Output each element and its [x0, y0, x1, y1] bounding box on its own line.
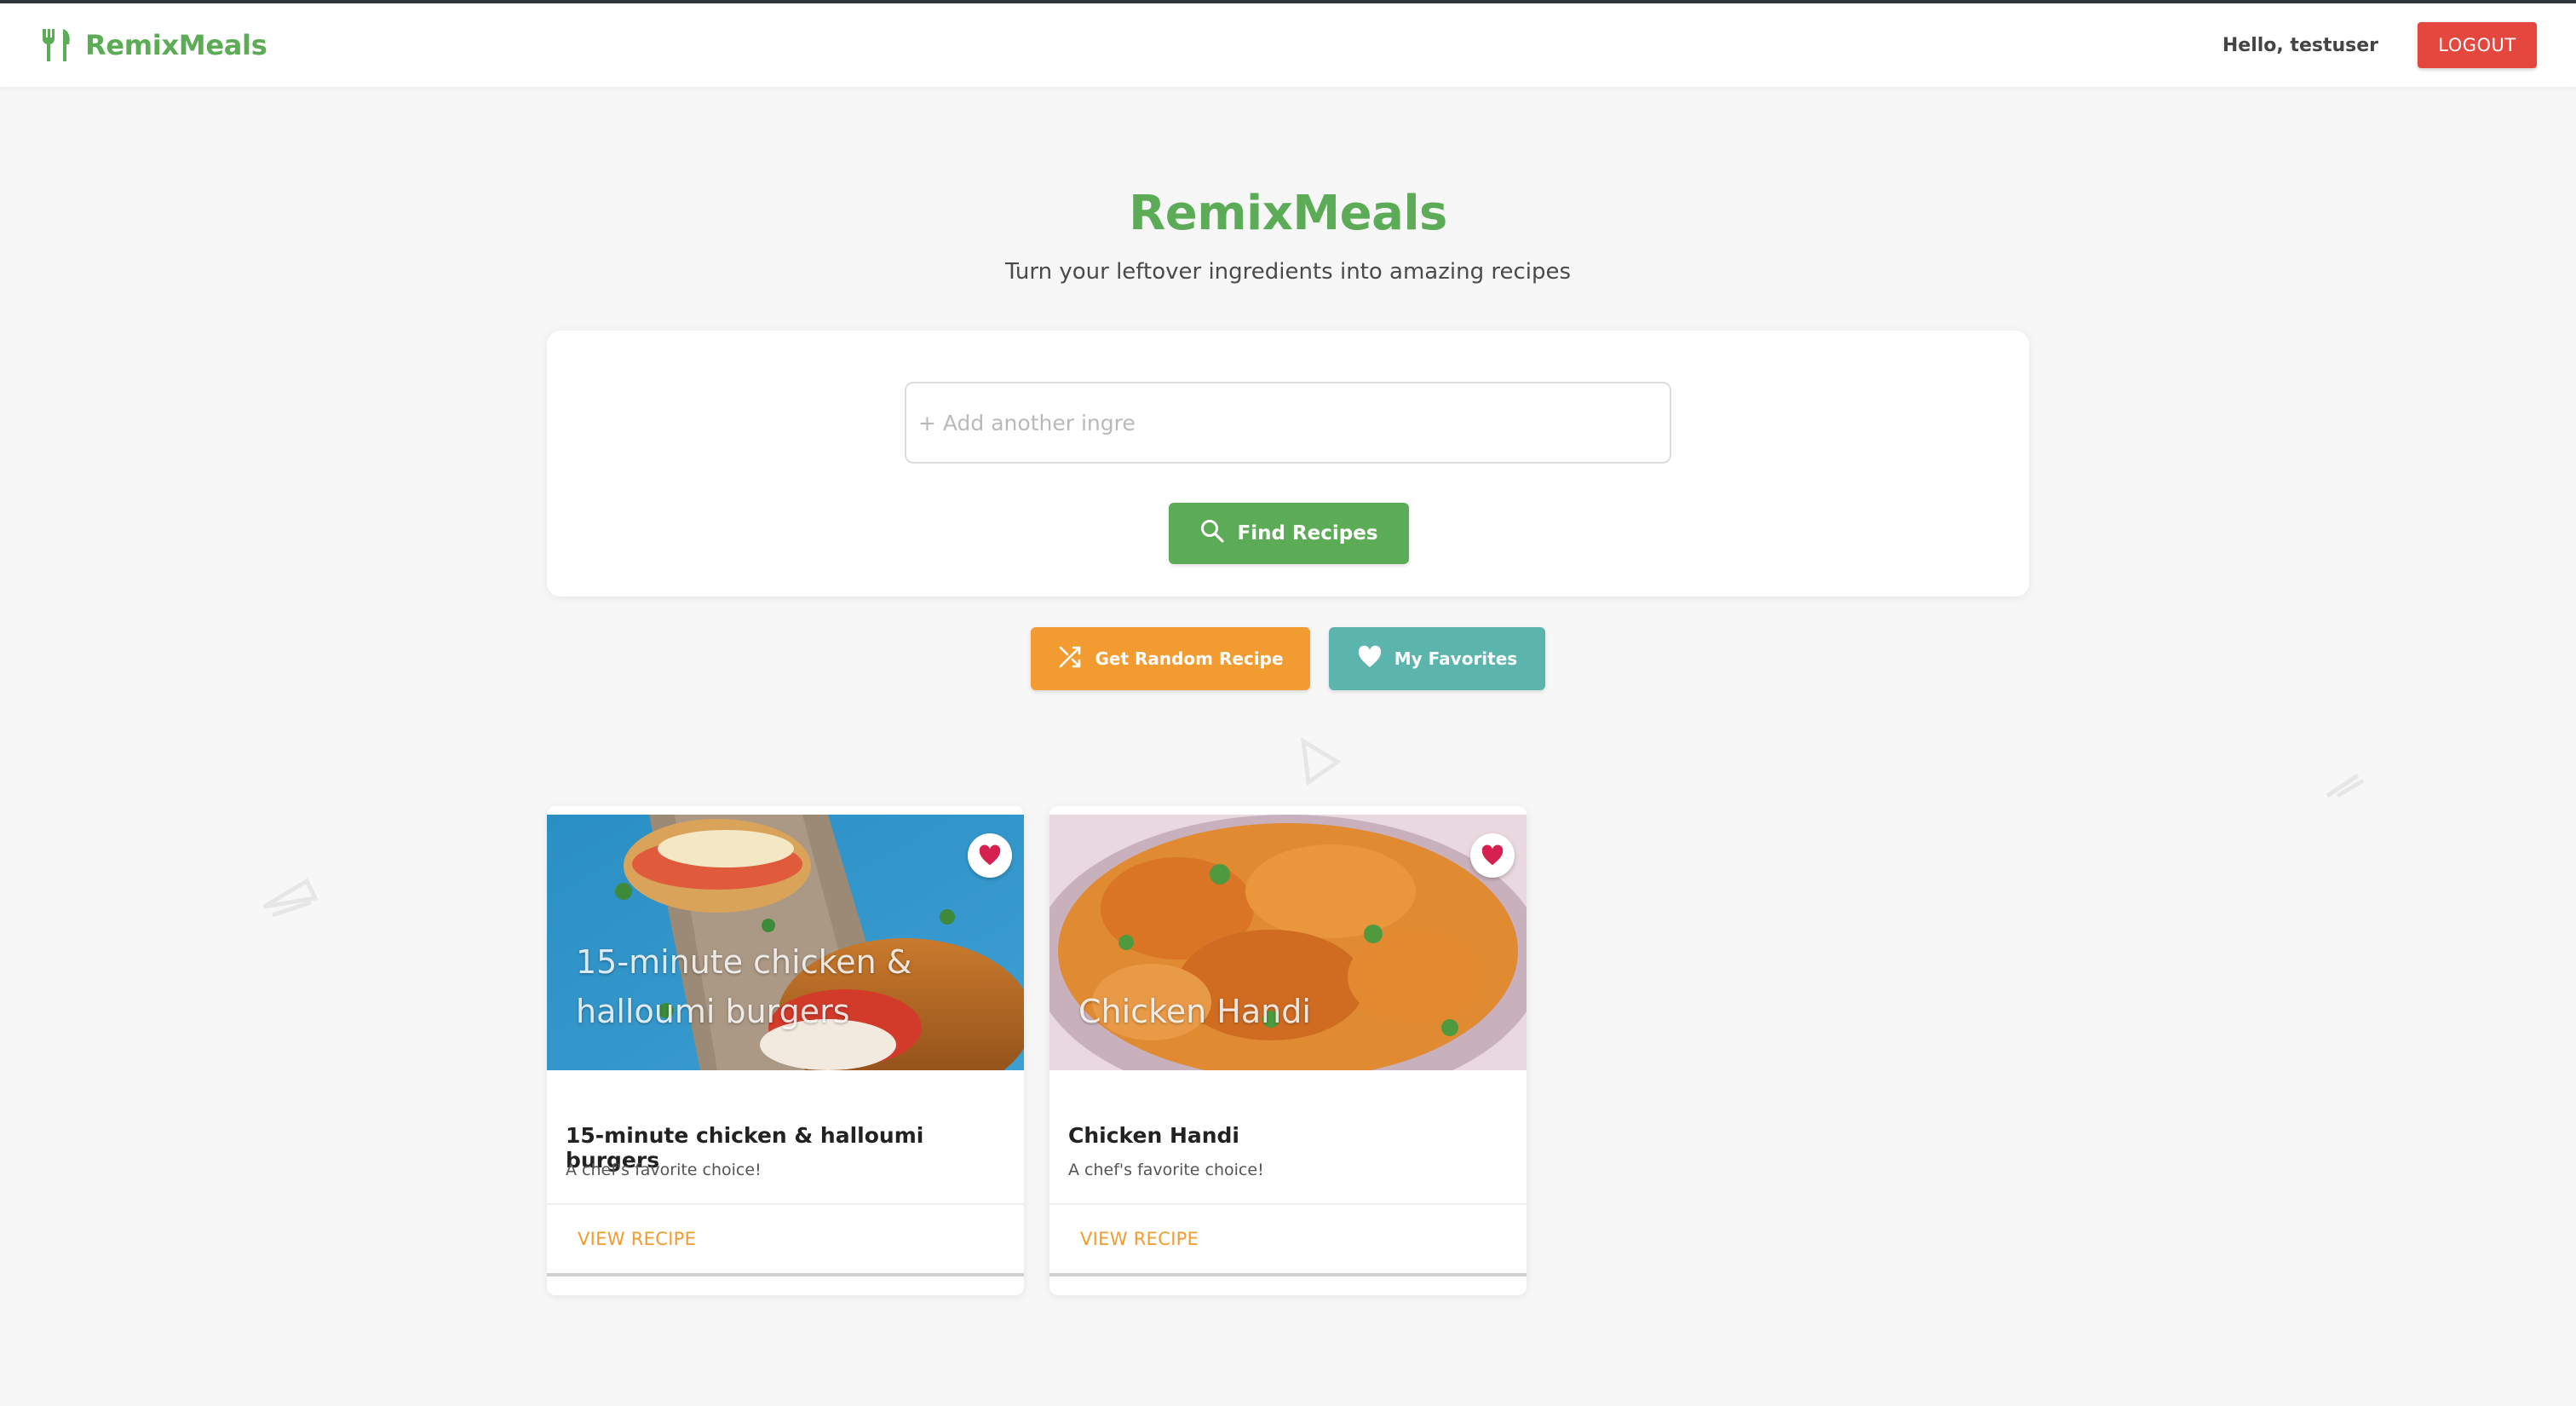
- card-bottom-border: [547, 1273, 1024, 1276]
- decorative-food-icon: [256, 873, 324, 936]
- recipe-description: A chef's favorite choice!: [566, 1161, 762, 1179]
- card-divider: [1049, 1203, 1527, 1205]
- my-favorites-button[interactable]: My Favorites: [1329, 627, 1545, 690]
- recipe-image-overlay-title: Chicken Handi: [1078, 993, 1311, 1030]
- card-bottom-border: [1049, 1273, 1527, 1276]
- page-title: RemixMeals: [1129, 186, 1447, 241]
- decorative-pizza-icon: [1298, 737, 1343, 789]
- brand-name: RemixMeals: [85, 29, 267, 61]
- ingredient-search-card: Find Recipes: [547, 331, 2029, 596]
- favorite-toggle[interactable]: [968, 833, 1012, 878]
- ingredient-input[interactable]: [905, 382, 1671, 464]
- decorative-utensil-icon: [2324, 770, 2366, 804]
- recipe-image[interactable]: 15-minute chicken & halloumi burgers: [547, 815, 1024, 1070]
- heart-icon: [1481, 844, 1504, 867]
- top-navbar: RemixMeals Hello, testuser LOGOUT: [0, 0, 2576, 87]
- view-recipe-link[interactable]: VIEW RECIPE: [1080, 1229, 1199, 1249]
- view-recipe-link[interactable]: VIEW RECIPE: [578, 1229, 696, 1249]
- card-divider: [547, 1203, 1024, 1205]
- shuffle-icon: [1057, 644, 1083, 674]
- my-favorites-label: My Favorites: [1394, 648, 1518, 669]
- page-subtitle: Turn your leftover ingredients into amaz…: [1004, 259, 1572, 285]
- heart-icon: [978, 844, 1002, 867]
- search-icon: [1199, 518, 1225, 549]
- recipe-title[interactable]: Chicken Handi: [1068, 1123, 1239, 1148]
- user-area: Hello, testuser LOGOUT: [2222, 22, 2537, 68]
- find-recipes-button[interactable]: Find Recipes: [1169, 503, 1409, 564]
- recipe-description: A chef's favorite choice!: [1068, 1161, 1264, 1179]
- recipe-card[interactable]: Chicken Handi Chicken Handi A chef's fav…: [1049, 806, 1527, 1295]
- user-greeting: Hello, testuser: [2222, 34, 2378, 56]
- recipe-card[interactable]: 15-minute chicken & halloumi burgers 15-…: [547, 806, 1024, 1295]
- recipe-image-overlay-title: 15-minute chicken & halloumi burgers: [576, 943, 912, 1030]
- brand[interactable]: RemixMeals: [39, 27, 267, 63]
- random-recipe-label: Get Random Recipe: [1095, 648, 1284, 669]
- heart-icon: [1357, 644, 1383, 674]
- find-recipes-label: Find Recipes: [1237, 522, 1378, 545]
- fork-knife-icon: [39, 27, 73, 63]
- random-recipe-button[interactable]: Get Random Recipe: [1031, 627, 1310, 690]
- recipe-image[interactable]: Chicken Handi: [1049, 815, 1527, 1070]
- logout-button[interactable]: LOGOUT: [2418, 22, 2537, 68]
- favorite-toggle[interactable]: [1470, 833, 1515, 878]
